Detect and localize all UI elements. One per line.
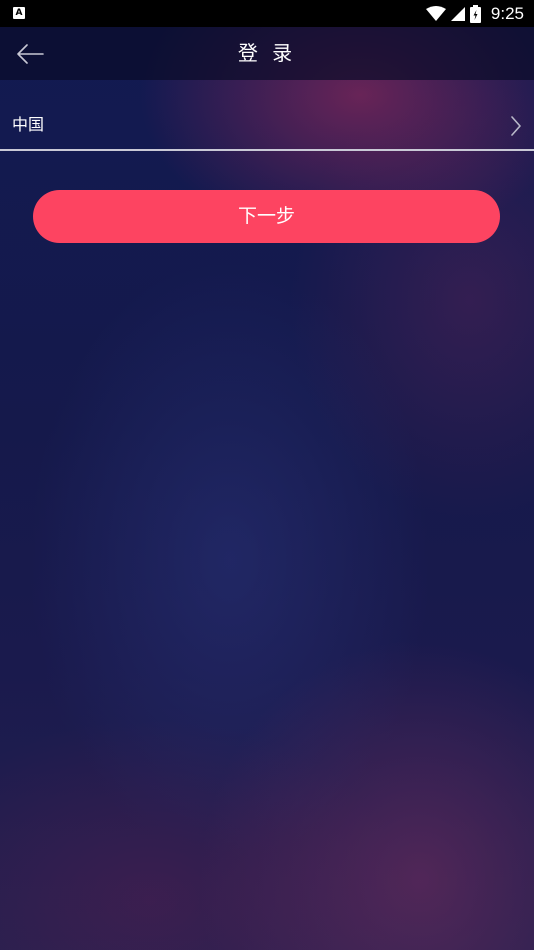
divider <box>0 149 534 151</box>
status-time: 9:25 <box>490 4 524 23</box>
app-bar: 登 录 <box>0 27 534 80</box>
country-value: 中国 <box>12 115 45 134</box>
status-bar: A 9:25 <box>0 0 534 27</box>
arrow-left-icon <box>17 44 44 64</box>
next-step-button[interactable]: 下一步 <box>33 190 500 243</box>
country-selector[interactable]: 中国 <box>0 100 534 150</box>
wifi-icon <box>425 5 446 21</box>
back-button[interactable] <box>14 40 46 68</box>
page-title: 登 录 <box>237 41 297 65</box>
battery-icon <box>469 4 481 23</box>
chevron-right-icon <box>511 116 521 136</box>
cell-signal-icon <box>450 6 465 21</box>
status-bar-right: 9:25 <box>425 0 524 27</box>
notification-app-icon: A <box>13 7 25 19</box>
